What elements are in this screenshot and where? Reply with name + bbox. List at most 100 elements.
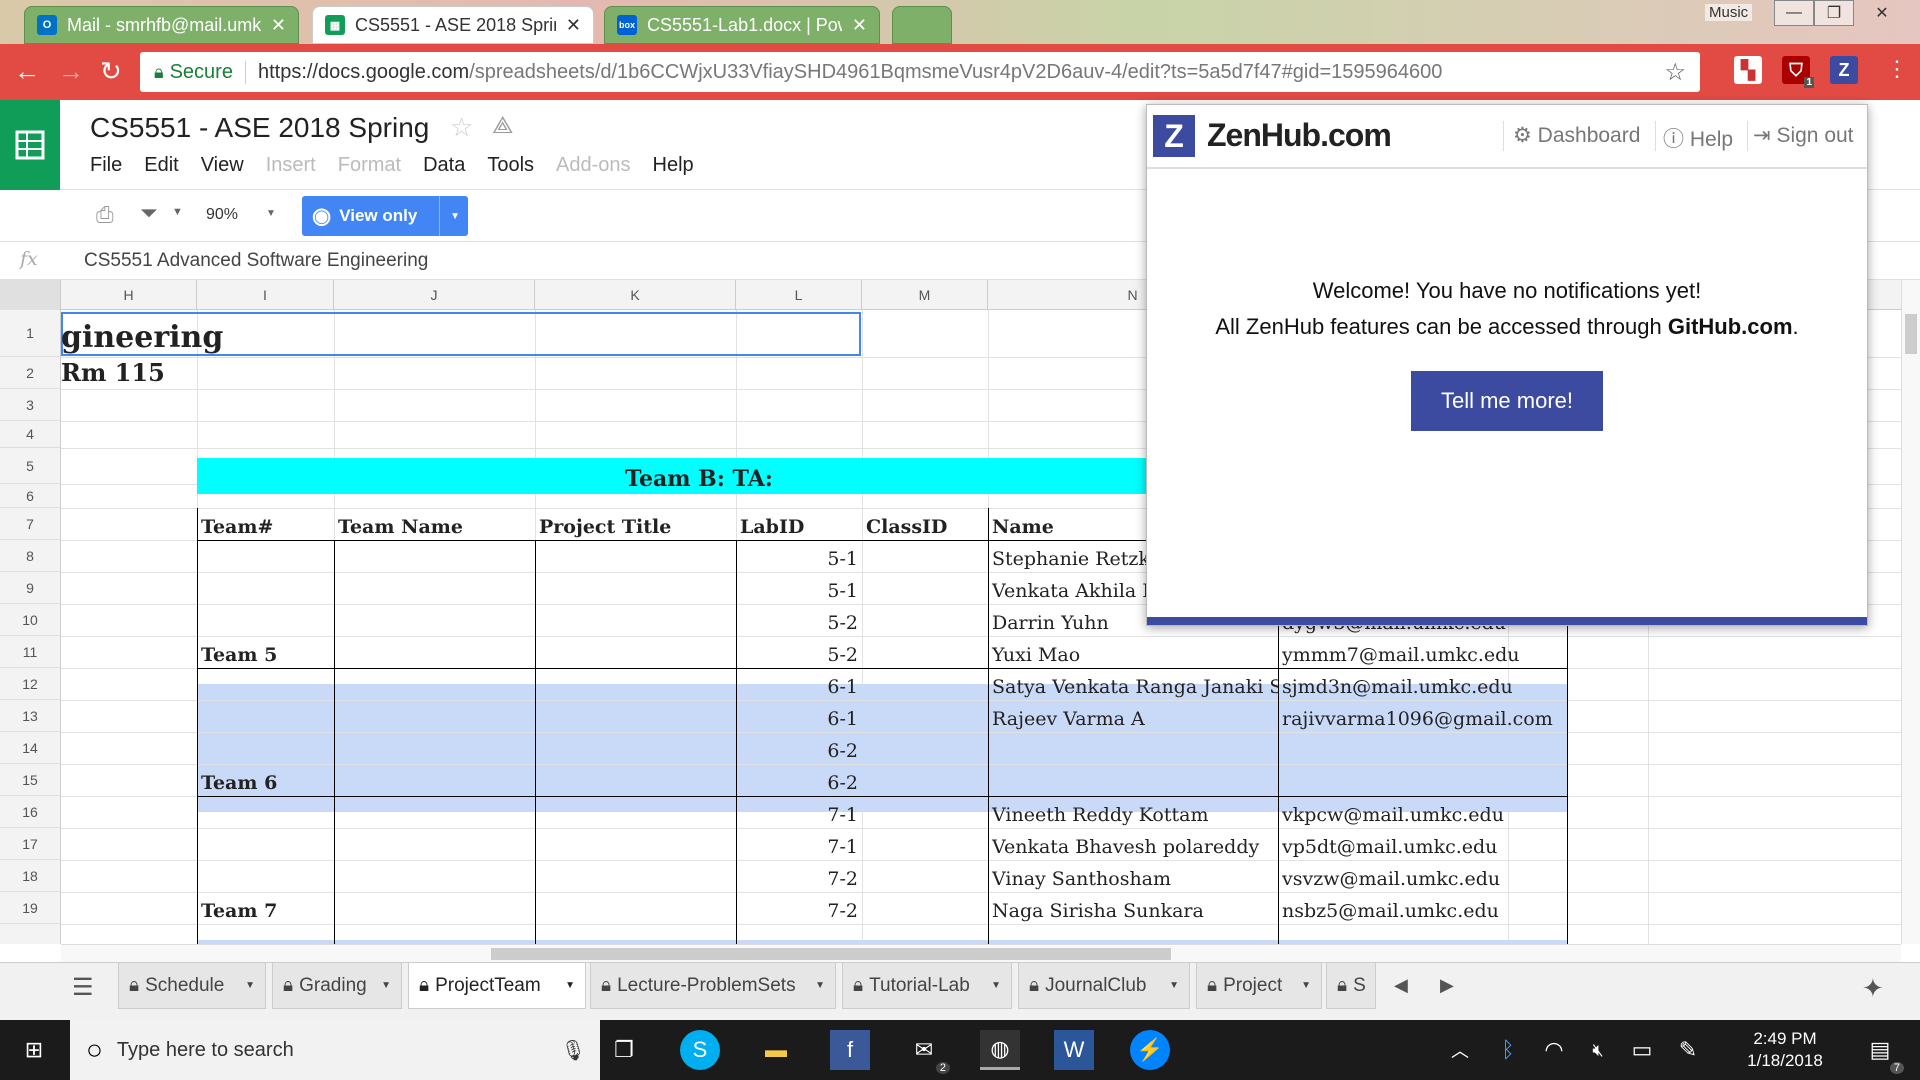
name-cell[interactable]: Satya Venkata Ranga Janaki Si xyxy=(988,668,1278,700)
chevron-down-icon[interactable]: ▼ xyxy=(565,980,575,991)
menu-addons[interactable]: Add-ons xyxy=(556,154,631,177)
chevron-down-icon[interactable]: ▼ xyxy=(815,980,825,991)
chevron-down-icon[interactable]: ▼ xyxy=(1301,980,1311,991)
column-header-j[interactable]: J xyxy=(334,280,535,310)
row-header[interactable]: 8 xyxy=(0,540,60,572)
sheet-tab-tutorial-lab[interactable]: 🔒︎ Tutorial-Lab ▼ xyxy=(842,963,1012,1009)
mail-icon[interactable]: ✉ 2 xyxy=(904,1030,950,1074)
ublock-extension-icon[interactable]: ⛉ 1 xyxy=(1782,56,1814,88)
column-header-h[interactable]: H xyxy=(61,280,197,310)
row-header[interactable]: 19 xyxy=(0,892,60,924)
select-all-corner[interactable] xyxy=(0,280,61,310)
maximize-button[interactable]: ❐ xyxy=(1814,0,1854,26)
sheet-tab-projectteam[interactable]: 🔒︎ ProjectTeam ▼ xyxy=(408,963,586,1009)
team-label-6[interactable]: Team 6 xyxy=(197,764,334,796)
explore-icon[interactable]: ✦ xyxy=(1862,973,1884,1004)
close-window-button[interactable]: ✕ xyxy=(1862,0,1902,26)
reload-icon[interactable]: ↻ xyxy=(100,56,122,87)
zenhub-dashboard-link[interactable]: ⚙ Dashboard xyxy=(1513,123,1640,148)
name-cell[interactable]: Yuxi Mao xyxy=(988,636,1278,668)
sheet-tab-grading[interactable]: 🔒︎ Grading ▼ xyxy=(272,963,402,1009)
row-header[interactable]: 6 xyxy=(0,484,60,508)
drive-folder-icon[interactable]: ⟁ xyxy=(492,112,513,140)
labid-cell[interactable]: 5-2 xyxy=(736,604,858,636)
back-arrow-icon[interactable]: ← xyxy=(14,56,40,87)
forward-arrow-icon[interactable]: → xyxy=(58,56,84,87)
chevron-down-icon[interactable]: ▼ xyxy=(381,980,391,991)
zenhub-help-link[interactable]: ⓘ Help xyxy=(1663,123,1733,153)
row-header[interactable]: 5 xyxy=(0,448,60,484)
row-header[interactable]: 17 xyxy=(0,828,60,860)
row-header[interactable]: 13 xyxy=(0,700,60,732)
row-header[interactable]: 15 xyxy=(0,764,60,796)
labid-cell[interactable]: 6-2 xyxy=(736,732,858,764)
menu-insert[interactable]: Insert xyxy=(266,154,316,177)
row-header[interactable]: 16 xyxy=(0,796,60,828)
email-cell[interactable]: rajivvarma1096@gmail.com xyxy=(1278,700,1578,732)
scroll-tabs-left-icon[interactable]: ◀ xyxy=(1394,975,1408,996)
row-header[interactable]: 7 xyxy=(0,508,60,540)
action-center-icon[interactable]: ▤ 7 xyxy=(1860,1030,1904,1074)
row-header[interactable]: 1 xyxy=(0,310,60,357)
microphone-icon[interactable]: 🎙︎ xyxy=(561,1038,586,1063)
room-cell[interactable]: Rm 115 xyxy=(61,357,661,389)
taskbar-search-box[interactable]: ○ Type here to search 🎙︎ xyxy=(70,1020,600,1080)
facebook-icon[interactable]: f xyxy=(830,1030,870,1070)
menu-data[interactable]: Data xyxy=(423,154,465,177)
chevron-down-icon[interactable]: ▼ xyxy=(439,196,460,236)
column-header-k[interactable]: K xyxy=(535,280,736,310)
menu-edit[interactable]: Edit xyxy=(144,154,178,177)
address-bar[interactable]: 🔒︎ Secure https://docs.google.com/spread… xyxy=(140,52,1700,92)
github-link[interactable]: GitHub.com xyxy=(1668,314,1793,339)
chrome-icon[interactable]: ◍ xyxy=(980,1030,1020,1070)
wifi-icon[interactable]: ◠ xyxy=(1534,1030,1574,1070)
name-cell[interactable]: Vinay Santhosham xyxy=(988,860,1278,892)
close-icon[interactable]: ✕ xyxy=(852,15,867,36)
formula-input[interactable]: CS5551 Advanced Software Engineering xyxy=(84,250,428,272)
windows-start-icon[interactable]: ⊞ xyxy=(14,1030,54,1070)
horizontal-scroll-thumb[interactable] xyxy=(491,948,1171,960)
sheet-tab-journalclub[interactable]: 🔒︎ JournalClub ▼ xyxy=(1018,963,1190,1009)
row-header[interactable]: 3 xyxy=(0,389,60,421)
zenhub-extension-icon[interactable]: Z xyxy=(1830,56,1858,84)
labid-cell[interactable]: 7-1 xyxy=(736,796,858,828)
sheet-tab-lecture-problemsets[interactable]: 🔒︎ Lecture-ProblemSets ▼ xyxy=(590,963,836,1009)
email-cell[interactable]: vkpcw@mail.umkc.edu xyxy=(1278,796,1568,828)
email-cell[interactable]: sjmd3n@mail.umkc.edu xyxy=(1278,668,1568,700)
close-icon[interactable]: ✕ xyxy=(271,15,286,36)
row-header[interactable]: 9 xyxy=(0,572,60,604)
team-label-7[interactable]: Team 7 xyxy=(197,892,334,924)
row-header[interactable]: 2 xyxy=(0,357,60,389)
show-hidden-icons-icon[interactable]: ︿ xyxy=(1440,1030,1480,1070)
chevron-down-icon[interactable]: ▼ xyxy=(266,208,276,219)
email-cell[interactable]: nsbz5@mail.umkc.edu xyxy=(1278,892,1568,924)
pen-icon[interactable]: ✎ xyxy=(1668,1030,1708,1070)
volume-muted-icon[interactable]: 🔇︎ xyxy=(1578,1030,1618,1070)
zoom-select[interactable]: 90% xyxy=(206,206,238,224)
menu-format[interactable]: Format xyxy=(338,154,401,177)
row-header[interactable]: 11 xyxy=(0,636,60,668)
clock[interactable]: 2:49 PM 1/18/2018 xyxy=(1720,1028,1850,1072)
team-label-5[interactable]: Team 5 xyxy=(197,636,334,668)
row-header[interactable]: 14 xyxy=(0,732,60,764)
sheet-tab-s[interactable]: 🔒︎ S xyxy=(1326,963,1376,1009)
email-cell[interactable]: vp5dt@mail.umkc.edu xyxy=(1278,828,1568,860)
labid-cell[interactable]: 5-2 xyxy=(736,636,858,668)
minimize-button[interactable]: — xyxy=(1774,0,1814,26)
chevron-down-icon[interactable]: ▼ xyxy=(991,980,1001,991)
browser-tab-mail[interactable]: O Mail - smrhfb@mail.umk ✕ xyxy=(24,6,299,44)
skype-icon[interactable]: S xyxy=(680,1030,720,1070)
name-cell[interactable]: Rajeev Varma A xyxy=(988,700,1278,732)
labid-cell[interactable]: 7-2 xyxy=(736,860,858,892)
readability-extension-icon[interactable]: ▚ xyxy=(1734,56,1762,84)
column-header-m[interactable]: M xyxy=(862,280,988,310)
labid-cell[interactable]: 7-1 xyxy=(736,828,858,860)
vertical-scroll-thumb[interactable] xyxy=(1905,314,1917,354)
labid-cell[interactable]: 6-1 xyxy=(736,700,858,732)
chevron-down-icon[interactable]: ▼ xyxy=(245,980,255,991)
browser-tab-sheets[interactable]: ▦ CS5551 - ASE 2018 Sprin ✕ xyxy=(312,6,594,44)
new-tab-button[interactable] xyxy=(892,6,952,44)
sheets-logo-icon[interactable] xyxy=(0,100,60,190)
column-header-l[interactable]: L xyxy=(736,280,862,310)
labid-cell[interactable]: 5-1 xyxy=(736,572,858,604)
